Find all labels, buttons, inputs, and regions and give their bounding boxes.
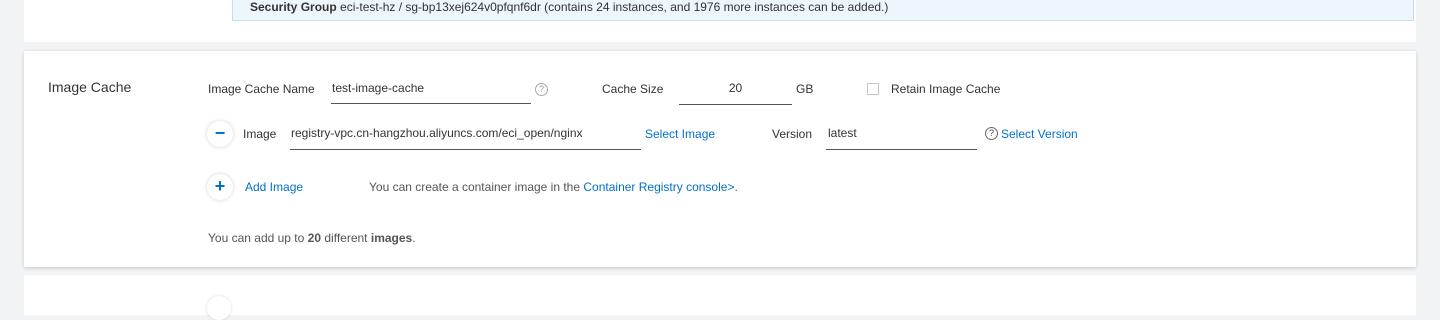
select-image-link[interactable]: Select Image — [645, 127, 715, 141]
image-label: Image — [243, 127, 277, 141]
plus-icon[interactable]: + — [207, 174, 233, 200]
next-section-panel — [24, 275, 1416, 320]
limit-prefix: You can add up to — [208, 231, 305, 245]
cache-size-label: Cache Size — [602, 82, 664, 96]
network-panel: Security Group eci-test-hz / sg-bp13xej6… — [24, 0, 1416, 42]
add-image-link[interactable]: Add Image — [245, 180, 303, 194]
registry-hint-text: You can create a container image in the — [369, 180, 581, 194]
image-cache-card: Image Cache Image Cache Name test-image-… — [24, 51, 1416, 267]
version-label: Version — [772, 127, 813, 141]
limit-count: 20 — [307, 231, 322, 245]
version-input[interactable]: latest — [826, 125, 977, 150]
image-limit-hint: You can add up to 20 different images. — [208, 231, 416, 245]
section-title: Image Cache — [48, 79, 132, 95]
limit-middle: different — [324, 231, 368, 245]
question-circle-icon[interactable]: ? — [985, 127, 998, 140]
select-version-link[interactable]: Select Version — [1001, 127, 1078, 141]
security-group-notice: Security Group eci-test-hz / sg-bp13xej6… — [232, 0, 1414, 21]
cache-size-input[interactable]: 20 — [679, 80, 792, 105]
question-circle-icon[interactable]: ? — [535, 83, 548, 96]
partial-round-button[interactable] — [207, 296, 231, 320]
limit-end: . — [412, 231, 416, 245]
registry-hint-end: . — [734, 180, 738, 194]
cache-size-unit: GB — [796, 82, 814, 96]
image-input[interactable]: registry-vpc.cn-hangzhou.aliyuncs.com/ec… — [290, 125, 641, 150]
limit-emphasis: images — [370, 231, 413, 245]
security-group-label: Security Group — [250, 0, 337, 14]
retain-image-cache-label[interactable]: Retain Image Cache — [891, 82, 1000, 96]
image-cache-name-input[interactable]: test-image-cache — [331, 80, 531, 104]
registry-hint: You can create a container image in the … — [369, 180, 738, 194]
minus-icon[interactable]: − — [207, 121, 233, 147]
retain-image-cache-checkbox[interactable] — [867, 83, 879, 95]
image-cache-name-label: Image Cache Name — [208, 82, 315, 96]
container-registry-link[interactable]: Container Registry console> — [583, 180, 734, 194]
security-group-value: eci-test-hz / sg-bp13xej624v0pfqnf6dr (c… — [340, 0, 889, 14]
